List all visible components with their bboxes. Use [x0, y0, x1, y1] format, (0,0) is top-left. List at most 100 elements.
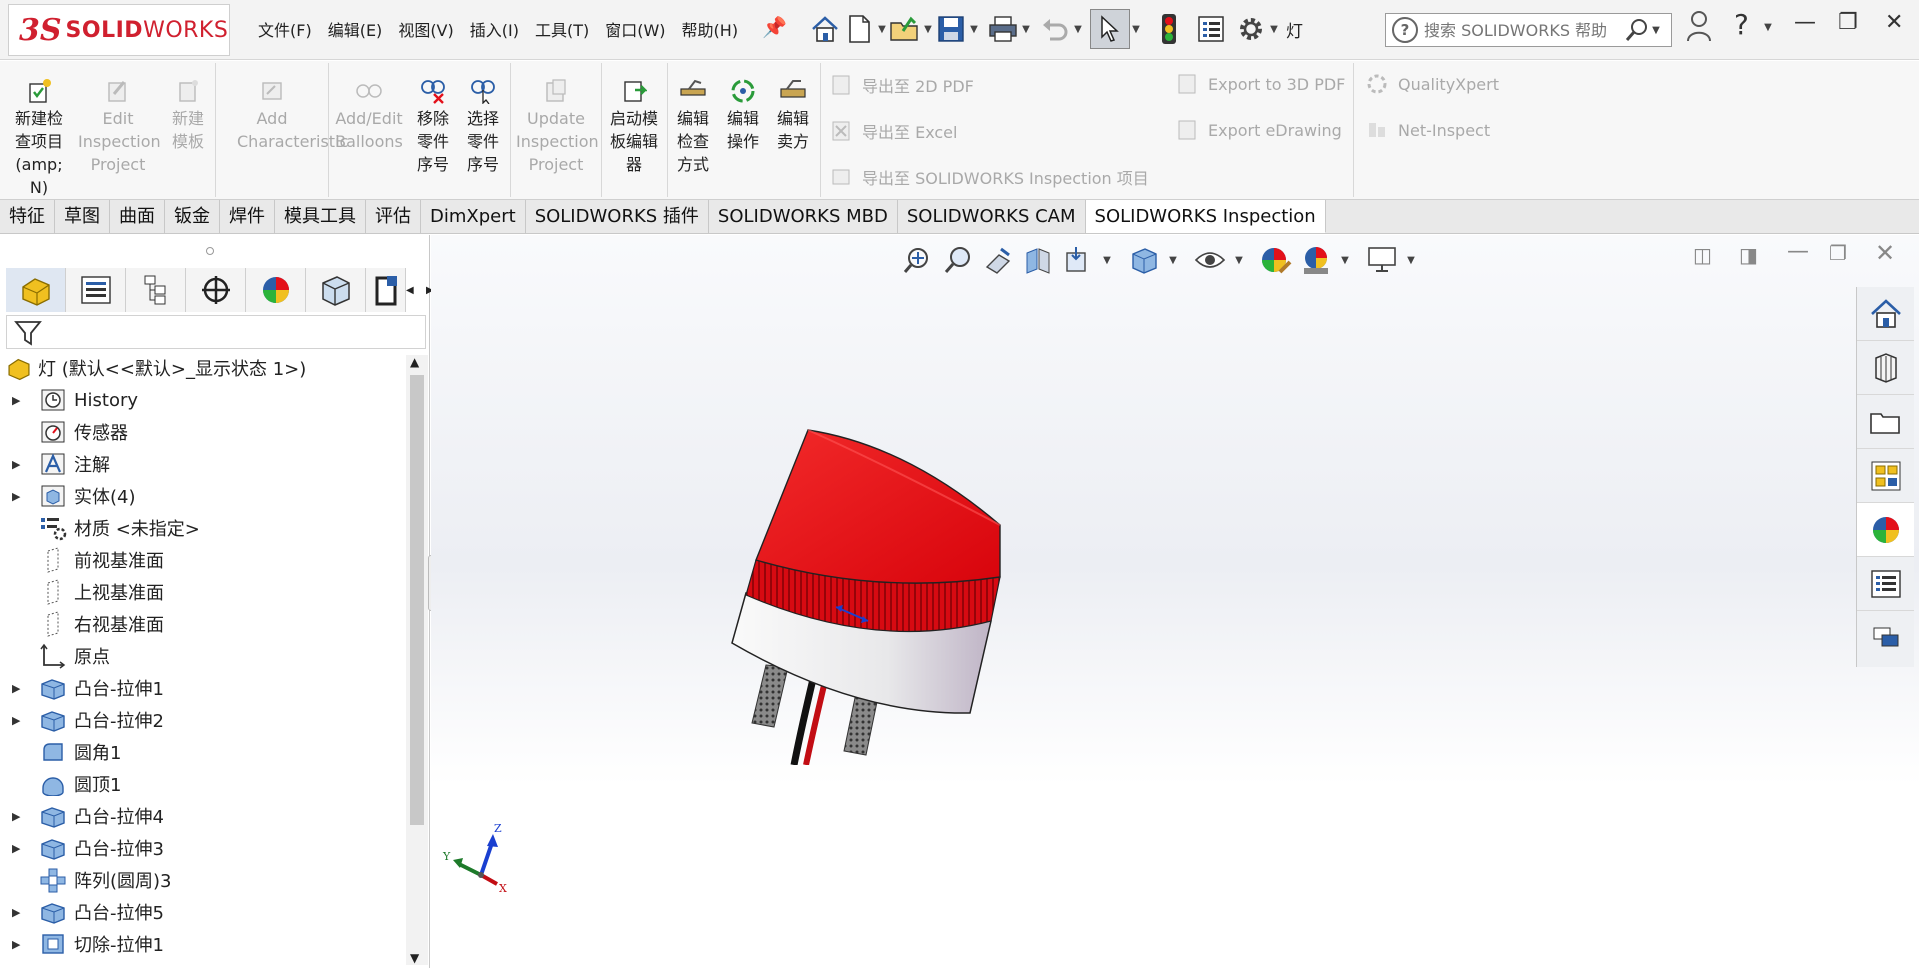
chevron-down-icon[interactable]: ▼ — [1233, 255, 1245, 266]
graphics-area[interactable]: ▼ ▼ ▼ ▼ ▼ ◫ ◨ — ❐ ✕ Z Y X — [431, 235, 1919, 968]
tab-mbd[interactable]: SOLIDWORKS MBD — [709, 200, 898, 233]
expand-arrow-icon[interactable]: ▶ — [12, 842, 20, 855]
expand-arrow-icon[interactable]: ▶ — [12, 682, 20, 695]
tree-item-boss-extrude3[interactable]: ▶ 凸台-拉伸3 — [0, 832, 406, 864]
chevron-down-icon[interactable]: ▼ — [876, 24, 888, 35]
expand-arrow-icon[interactable]: ▶ — [12, 490, 20, 503]
chevron-down-icon[interactable]: ▼ — [1101, 255, 1113, 266]
inspection-tab[interactable] — [366, 268, 406, 312]
custom-properties-tab[interactable] — [1857, 557, 1914, 611]
menu-help[interactable]: 帮助(H) — [674, 17, 747, 41]
print-icon[interactable] — [986, 12, 1020, 46]
tab-addins[interactable]: SOLIDWORKS 插件 — [526, 200, 709, 233]
viewport-split-right-icon[interactable]: ◨ — [1739, 243, 1758, 267]
scrollbar-thumb[interactable] — [410, 375, 424, 825]
menu-tools[interactable]: 工具(T) — [527, 17, 597, 41]
add-characteristic-button[interactable]: Add Characteristic — [220, 75, 348, 153]
tab-sketch[interactable]: 草图 — [55, 200, 110, 233]
help-search-box[interactable]: ? ▼ — [1385, 13, 1672, 47]
tree-item-material[interactable]: 材质 <未指定> — [0, 512, 406, 544]
tab-mold-tools[interactable]: 模具工具 — [275, 200, 366, 233]
menu-file[interactable]: 文件(F) — [250, 17, 320, 41]
chevron-down-icon[interactable]: ▼ — [410, 951, 419, 965]
tree-item-boss-extrude5[interactable]: ▶ 凸台-拉伸5 — [0, 896, 406, 928]
tab-sheet-metal[interactable]: 钣金 — [165, 200, 220, 233]
menu-view[interactable]: 视图(V) — [390, 17, 461, 41]
new-template-button[interactable]: 新建模板 — [164, 75, 212, 153]
expand-arrow-icon[interactable]: ▶ — [12, 394, 20, 407]
menu-edit[interactable]: 编辑(E) — [320, 17, 391, 41]
section-view-icon[interactable] — [1021, 243, 1055, 277]
chevron-down-icon[interactable]: ▼ — [1339, 255, 1351, 266]
expand-arrow-icon[interactable]: ▶ — [12, 810, 20, 823]
zoom-to-fit-icon[interactable] — [901, 243, 935, 277]
chevron-down-icon[interactable]: ▼ — [968, 24, 980, 35]
pin-icon[interactable]: 📌 — [762, 15, 787, 39]
appearances-tab[interactable] — [1857, 503, 1914, 557]
display-style-icon[interactable] — [1127, 243, 1161, 277]
chevron-left-icon[interactable]: ◀ — [406, 285, 426, 296]
viewport-minimize-icon[interactable]: — — [1787, 239, 1809, 264]
export-2d-pdf-button[interactable]: 导出至 2D PDF — [830, 73, 974, 97]
tree-item-boss-extrude1[interactable]: ▶ 凸台-拉伸1 — [0, 672, 406, 704]
expand-arrow-icon[interactable]: ▶ — [12, 458, 20, 471]
qualityxpert-button[interactable]: QualityXpert — [1366, 73, 1499, 95]
chevron-down-icon[interactable]: ▼ — [1072, 24, 1084, 35]
chevron-down-icon[interactable]: ▼ — [1130, 24, 1142, 35]
dimxpert-tab[interactable] — [186, 268, 246, 312]
viewport-close-icon[interactable]: ✕ — [1875, 239, 1895, 267]
tab-surfaces[interactable]: 曲面 — [110, 200, 165, 233]
tree-item-boss-extrude2[interactable]: ▶ 凸台-拉伸2 — [0, 704, 406, 736]
tab-evaluate[interactable]: 评估 — [366, 200, 421, 233]
launch-template-editor-button[interactable]: 启动模板编辑器 — [604, 75, 664, 176]
tree-item-front-plane[interactable]: 前视基准面 — [0, 544, 406, 576]
apply-scene-icon[interactable] — [1299, 243, 1333, 277]
chevron-down-icon[interactable]: ▼ — [1167, 255, 1179, 266]
edit-appearance-icon[interactable] — [1259, 243, 1293, 277]
chevron-down-icon[interactable]: ▼ — [922, 24, 934, 35]
search-icon[interactable] — [1624, 17, 1650, 43]
tab-weldments[interactable]: 焊件 — [220, 200, 275, 233]
expand-arrow-icon[interactable]: ▶ — [12, 906, 20, 919]
tab-inspection[interactable]: SOLIDWORKS Inspection — [1085, 200, 1326, 233]
export-edrawing-button[interactable]: Export eDrawing — [1176, 119, 1342, 141]
tree-root-node[interactable]: 灯 (默认<<默认>_显示状态 1>) — [0, 352, 406, 384]
user-account-icon[interactable] — [1686, 10, 1712, 48]
file-explorer-tab[interactable] — [1857, 395, 1914, 449]
solidworks-logo[interactable]: 3S SOLIDWORKS — [8, 4, 230, 56]
new-document-icon[interactable] — [842, 12, 876, 46]
expand-arrow-icon[interactable]: ▶ — [12, 714, 20, 727]
hide-show-eye-icon[interactable] — [1193, 243, 1227, 277]
expand-arrow-icon[interactable]: ▶ — [12, 938, 20, 951]
chevron-down-icon[interactable]: ▼ — [1020, 24, 1032, 35]
view-settings-monitor-icon[interactable] — [1365, 243, 1399, 277]
edit-vendor-button[interactable]: 编辑卖方 — [770, 75, 816, 153]
home-icon[interactable] — [808, 12, 842, 46]
chevron-up-icon[interactable]: ▲ — [410, 355, 419, 369]
tab-dimxpert[interactable]: DimXpert — [421, 200, 526, 233]
undo-icon[interactable] — [1038, 12, 1072, 46]
edit-check-method-button[interactable]: 编辑检查方式 — [670, 75, 716, 176]
tree-filter-box[interactable] — [6, 315, 426, 349]
add-edit-balloons-button[interactable]: Add/Edit Balloons — [332, 75, 406, 153]
tree-item-boss-extrude4[interactable]: ▶ 凸台-拉伸4 — [0, 800, 406, 832]
gear-icon[interactable] — [1234, 12, 1268, 46]
tree-item-history[interactable]: ▶ History — [0, 384, 406, 416]
tree-item-cut-extrude1[interactable]: ▶ 切除-拉伸1 — [0, 928, 406, 960]
file-properties-icon[interactable] — [1194, 12, 1228, 46]
tree-item-annotations[interactable]: ▶ 注解 — [0, 448, 406, 480]
menu-window[interactable]: 窗口(W) — [597, 17, 673, 41]
tab-cam[interactable]: SOLIDWORKS CAM — [898, 200, 1086, 233]
net-inspect-button[interactable]: Net-Inspect — [1366, 119, 1490, 141]
lamp-3d-model[interactable] — [716, 425, 1076, 765]
tree-item-fillet1[interactable]: 圆角1 — [0, 736, 406, 768]
tab-features[interactable]: 特征 — [0, 200, 55, 233]
tree-item-origin[interactable]: 原点 — [0, 640, 406, 672]
forum-tab[interactable] — [1857, 611, 1914, 665]
minimize-icon[interactable]: — — [1794, 10, 1816, 35]
solidworks-resources-tab[interactable] — [1857, 287, 1914, 341]
restore-icon[interactable]: ❐ — [1838, 10, 1858, 35]
export-excel-button[interactable]: 导出至 Excel — [830, 119, 957, 143]
cam-tab[interactable] — [306, 268, 366, 312]
panel-tab-scroll[interactable]: ◀ — [406, 268, 426, 312]
